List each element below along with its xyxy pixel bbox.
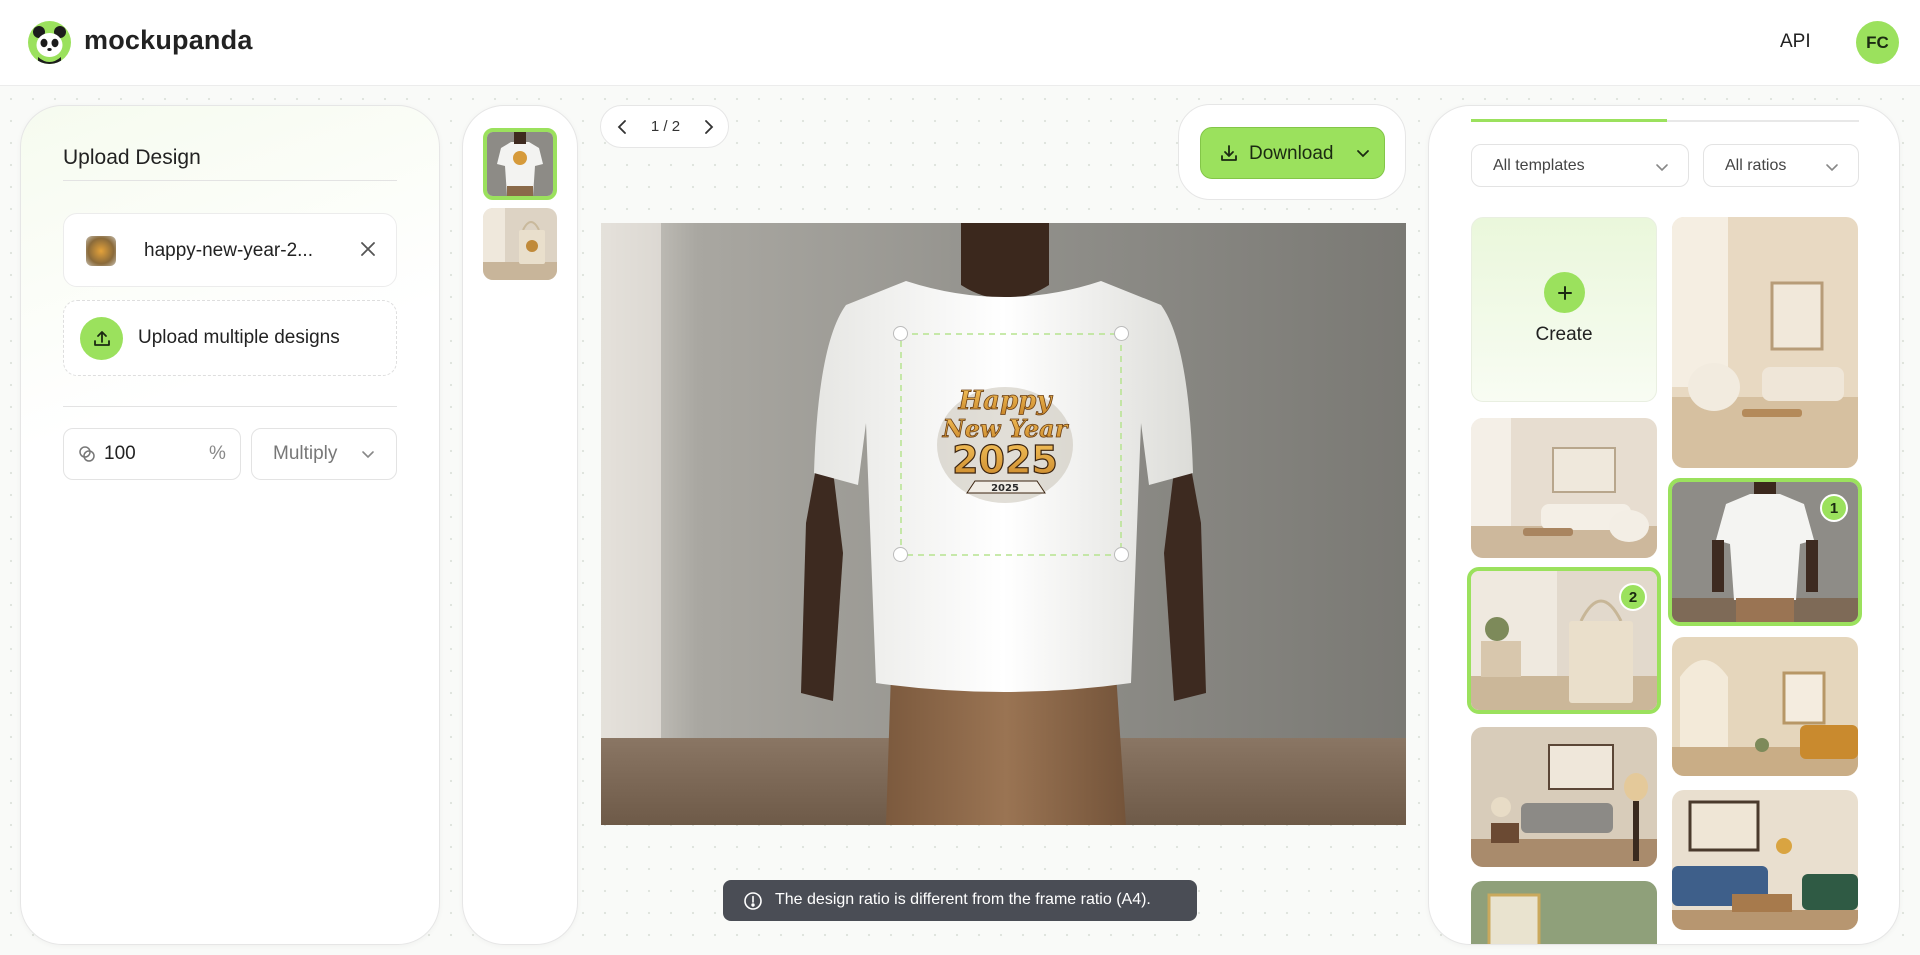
selection-badge: 1 bbox=[1820, 494, 1848, 522]
uploaded-file-card[interactable]: happy-new-year-2... bbox=[63, 213, 397, 287]
download-button[interactable]: Download bbox=[1200, 127, 1385, 179]
resize-handle-top-left[interactable] bbox=[893, 326, 908, 341]
chevron-down-icon bbox=[1654, 159, 1670, 180]
brand-name[interactable]: mockupanda bbox=[84, 25, 253, 56]
design-text-happy: Happy bbox=[958, 386, 1054, 416]
api-link[interactable]: API bbox=[1780, 31, 1811, 53]
thumbnail-tote-bag[interactable] bbox=[483, 208, 557, 280]
panel-title: Upload Design bbox=[63, 146, 201, 169]
plus-icon bbox=[1544, 272, 1585, 313]
user-avatar[interactable]: FC bbox=[1856, 21, 1899, 64]
chevron-down-icon bbox=[360, 446, 376, 467]
top-bar: mockupanda API FC bbox=[0, 0, 1920, 86]
opacity-input[interactable]: 100 % bbox=[63, 428, 241, 480]
ratio-filter-select[interactable]: All ratios bbox=[1703, 144, 1859, 187]
template-card-lounge[interactable] bbox=[1471, 727, 1657, 867]
mockup-thumbnail-strip bbox=[462, 105, 578, 945]
upload-multiple-label: Upload multiple designs bbox=[138, 327, 340, 348]
tshirt-mockup-photo: Happy New Year 2025 2025 bbox=[601, 223, 1406, 825]
download-label: Download bbox=[1249, 143, 1334, 164]
selection-badge: 2 bbox=[1619, 583, 1647, 611]
design-ribbon-text: 2025 bbox=[991, 483, 1019, 494]
opacity-value[interactable]: 100 bbox=[104, 443, 136, 465]
chevron-right-icon[interactable] bbox=[700, 116, 718, 143]
download-icon bbox=[1219, 143, 1239, 168]
design-text-year: 2025 bbox=[952, 438, 1058, 482]
close-icon bbox=[360, 237, 376, 262]
resize-handle-bottom-right[interactable] bbox=[1114, 547, 1129, 562]
file-thumbnail bbox=[86, 236, 116, 266]
info-icon bbox=[743, 891, 763, 916]
file-name: happy-new-year-2... bbox=[144, 240, 313, 261]
resize-handle-bottom-left[interactable] bbox=[893, 547, 908, 562]
download-container: Download bbox=[1178, 104, 1406, 200]
thumbnail-tshirt[interactable] bbox=[483, 128, 557, 200]
divider bbox=[63, 406, 397, 407]
template-card-sunlit-living-room[interactable] bbox=[1672, 217, 1858, 468]
template-filter-select[interactable]: All templates bbox=[1471, 144, 1689, 187]
upload-design-panel: Upload Design happy-new-year-2... Upload… bbox=[20, 105, 440, 945]
create-template-card[interactable]: Create bbox=[1471, 217, 1657, 402]
opacity-unit: % bbox=[209, 443, 226, 464]
ratio-warning-toast: The design ratio is different from the f… bbox=[723, 880, 1197, 921]
create-label: Create bbox=[1535, 324, 1593, 345]
template-card-green-wall[interactable] bbox=[1471, 881, 1657, 944]
template-card-tote-bag[interactable]: 2 bbox=[1467, 567, 1661, 714]
active-tab-indicator bbox=[1471, 119, 1667, 122]
template-filter-value: All templates bbox=[1493, 157, 1585, 174]
ratio-filter-value: All ratios bbox=[1725, 157, 1787, 174]
template-card-living-room[interactable] bbox=[1471, 418, 1657, 558]
chevron-down-icon bbox=[1824, 159, 1840, 180]
remove-file-button[interactable] bbox=[354, 236, 382, 264]
mockup-preview-canvas[interactable]: Happy New Year 2025 2025 bbox=[601, 223, 1406, 825]
toast-message: The design ratio is different from the f… bbox=[775, 891, 1151, 908]
template-card-arched-room[interactable] bbox=[1672, 637, 1858, 776]
upload-multiple-button[interactable]: Upload multiple designs bbox=[63, 300, 397, 376]
template-gallery-panel: All templates All ratios Create 2 1 bbox=[1428, 105, 1900, 945]
blend-mode-value: Multiply bbox=[273, 443, 338, 464]
opacity-icon bbox=[78, 445, 96, 468]
blend-mode-select[interactable]: Multiply bbox=[251, 428, 397, 480]
upload-icon bbox=[80, 317, 123, 360]
panda-logo-icon[interactable] bbox=[28, 21, 71, 64]
chevron-down-icon bbox=[1355, 145, 1371, 166]
divider bbox=[63, 180, 397, 181]
template-card-blue-sofa[interactable] bbox=[1672, 790, 1858, 930]
template-card-tshirt-model[interactable]: 1 bbox=[1668, 478, 1862, 626]
resize-handle-top-right[interactable] bbox=[1114, 326, 1129, 341]
mockup-pager: 1 / 2 bbox=[600, 105, 729, 148]
